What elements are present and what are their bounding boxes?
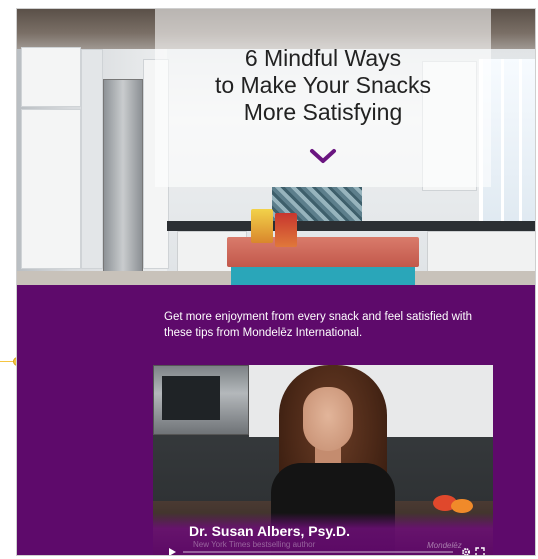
video-speaker-face <box>303 387 353 451</box>
video-progress-bar[interactable] <box>183 551 453 553</box>
hero-title-line: More Satisfying <box>243 99 403 125</box>
hero-title-line: 6 Mindful Ways <box>244 45 402 71</box>
video-scene-fruit <box>451 499 473 513</box>
hero-photo-cabinet <box>21 47 81 107</box>
hero-photo-snack-box <box>251 209 273 243</box>
chevron-down-icon[interactable] <box>308 147 338 165</box>
hero-photo-snack-box <box>275 213 297 247</box>
hero-title-line: to Make Your Snacks <box>214 72 432 98</box>
gear-icon[interactable] <box>461 547 471 556</box>
page-frame: 6 Mindful Ways to Make Your Snacks More … <box>16 8 536 556</box>
hero-photo-cabinet <box>21 109 81 269</box>
hero-photo-fridge <box>103 79 143 279</box>
fullscreen-icon[interactable] <box>475 547 485 556</box>
hero-photo-counter <box>167 221 535 231</box>
intro-text: Get more enjoyment from every snack and … <box>164 311 473 339</box>
play-icon[interactable] <box>167 547 177 556</box>
hero-photo-cabinet <box>81 49 103 269</box>
video-controls <box>153 547 493 556</box>
hero-photo-island-base <box>231 267 415 285</box>
video-scene-microwave <box>153 365 249 435</box>
hero-title: 6 Mindful Ways to Make Your Snacks More … <box>155 45 491 126</box>
video-speaker-name: Dr. Susan Albers, Psy.D. <box>189 523 351 539</box>
annotation-connector-line <box>0 361 14 362</box>
hero-section: 6 Mindful Ways to Make Your Snacks More … <box>17 9 535 285</box>
video-player[interactable]: Dr. Susan Albers, Psy.D. New York Times … <box>153 365 493 556</box>
